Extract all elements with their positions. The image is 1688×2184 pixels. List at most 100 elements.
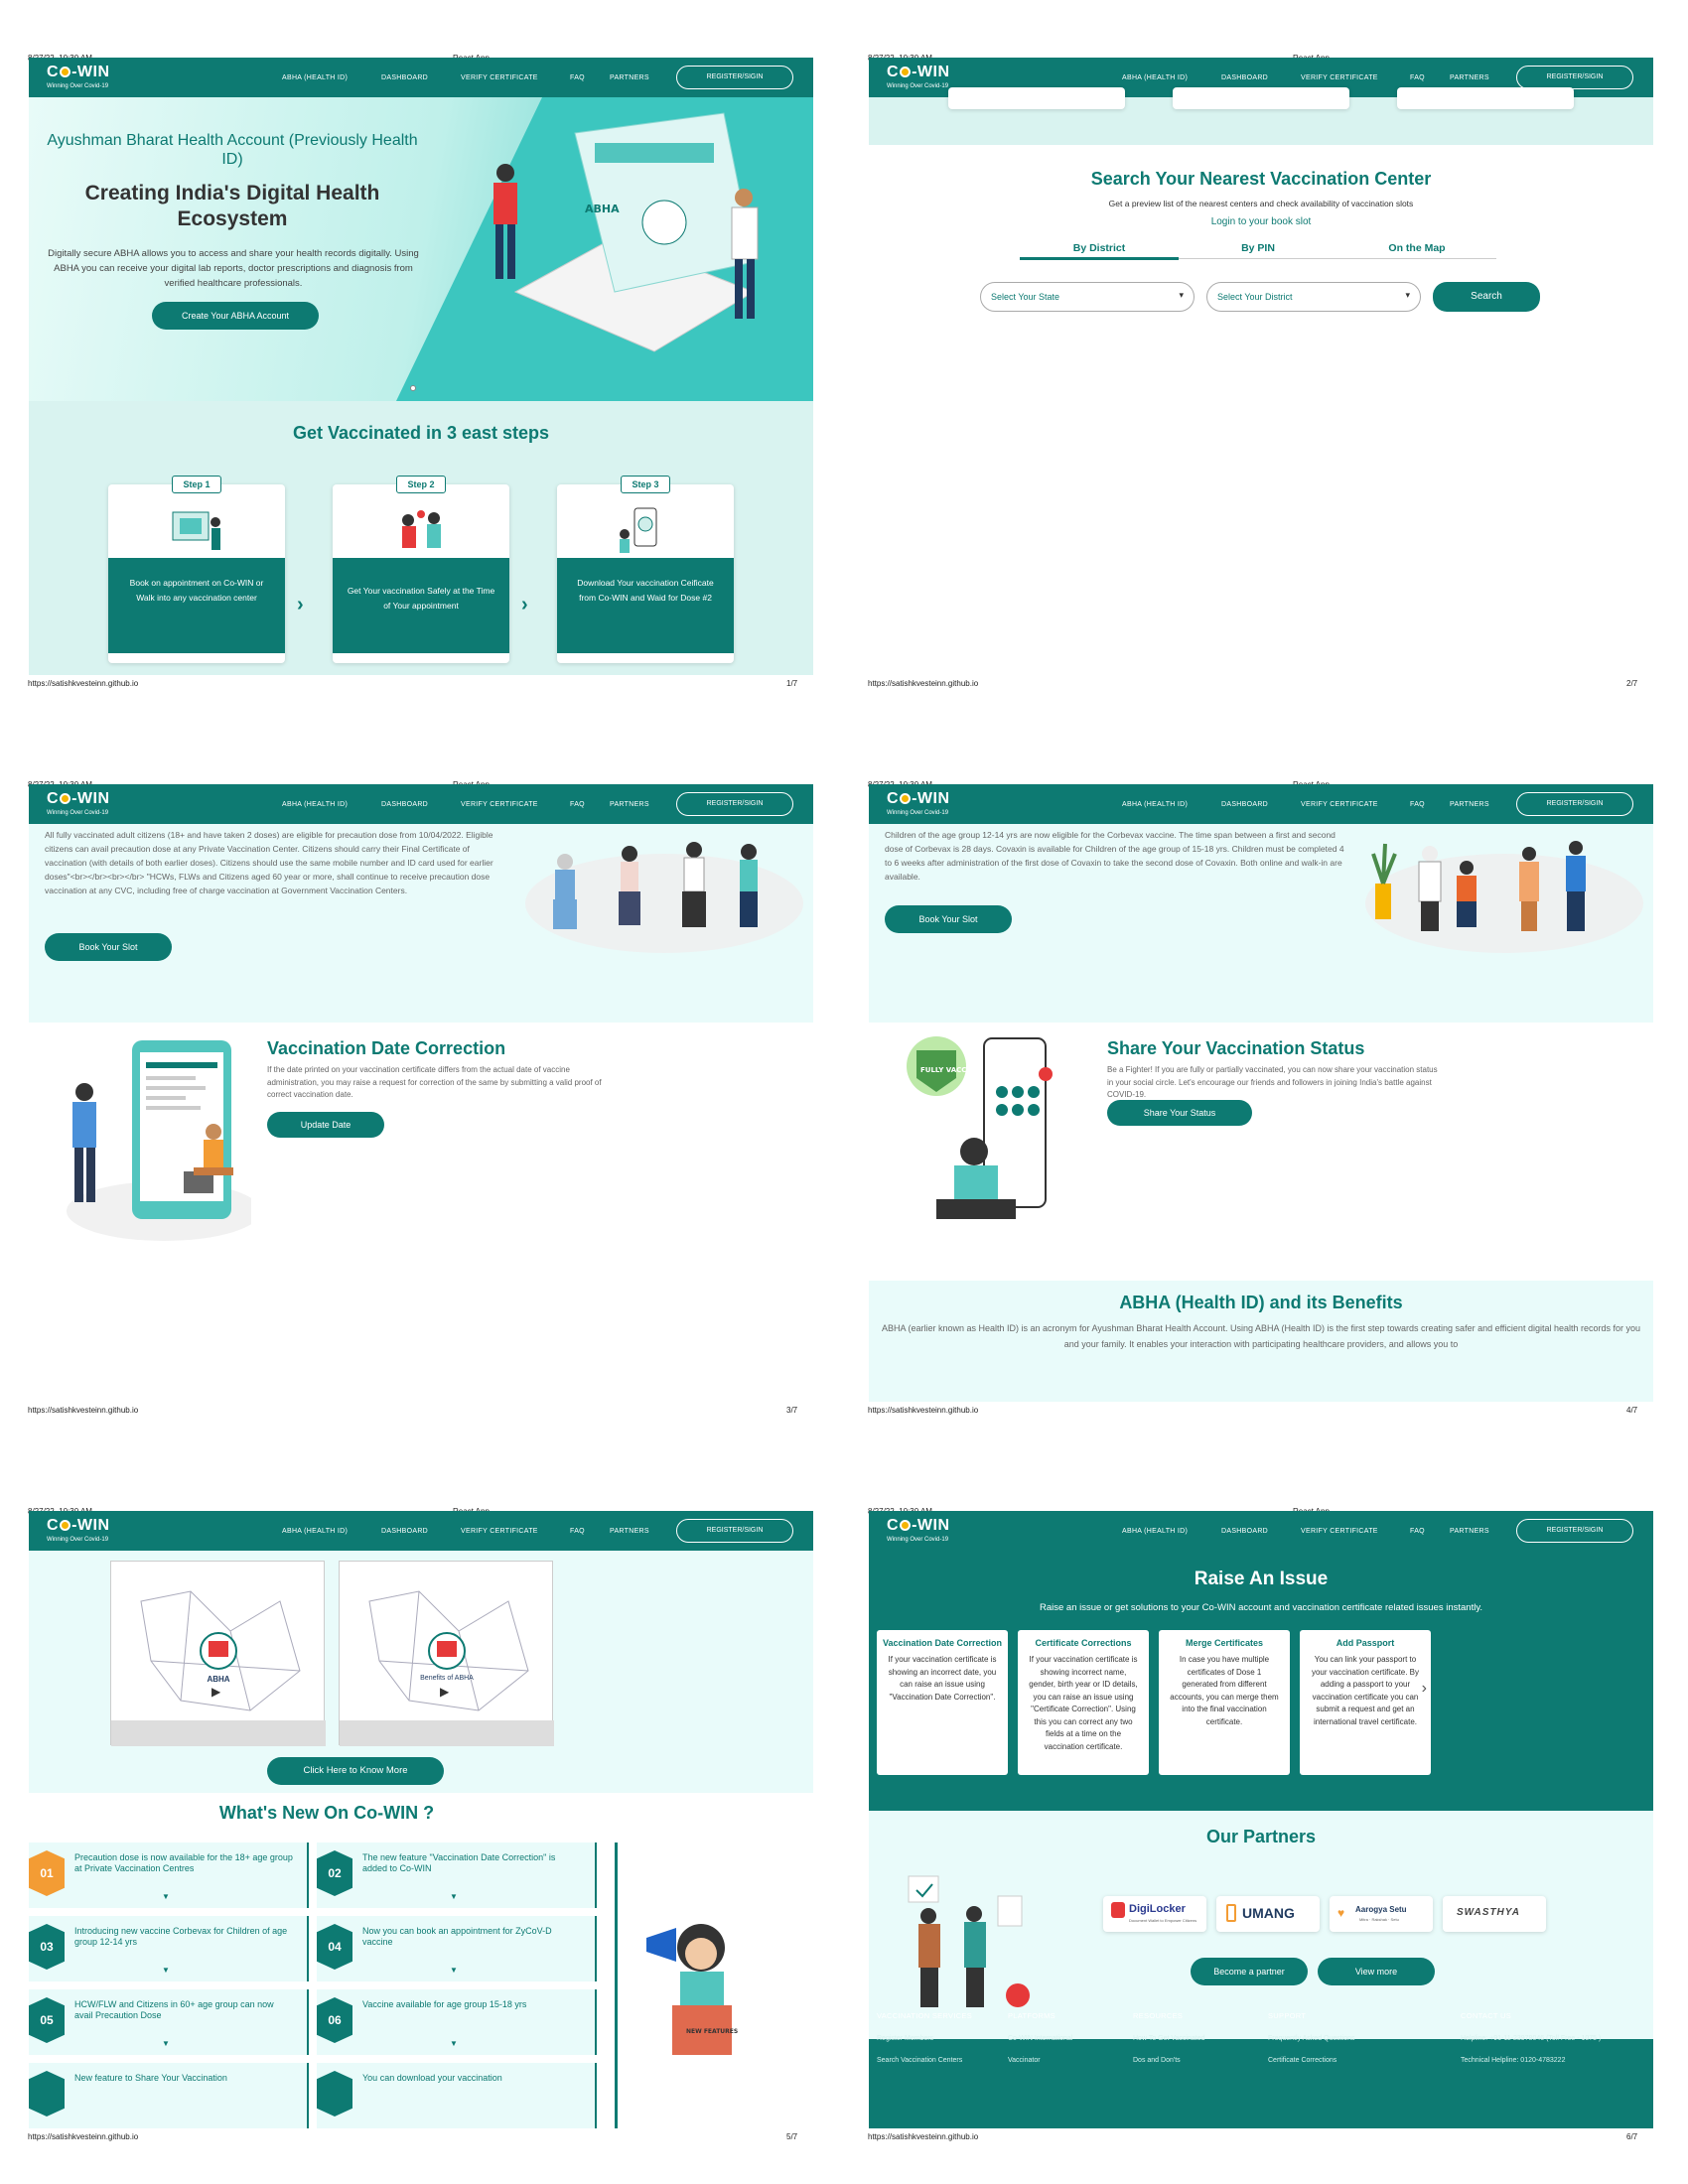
cowin-logo[interactable]: C -WIN (47, 790, 110, 808)
news-item[interactable]: 05 HCW/FLW and Citizens in 60+ age group… (29, 1989, 309, 2055)
abha-video[interactable]: ABHA ▶ (110, 1561, 326, 1746)
digilocker-icon (1111, 1902, 1125, 1918)
search-button[interactable]: Search (1433, 282, 1540, 312)
tab-by-district[interactable]: By District (1020, 242, 1179, 254)
issue-card-add-passport[interactable]: Add Passport You can link your passport … (1300, 1630, 1431, 1775)
nav-abha[interactable]: ABHA (HEALTH ID) (282, 1528, 348, 1535)
chevron-right-icon[interactable]: › (1422, 1680, 1427, 1698)
news-item[interactable]: 06 Vaccine available for age group 15-18… (317, 1989, 597, 2055)
nav-abha[interactable]: ABHA (HEALTH ID) (1122, 74, 1188, 81)
nav-partners[interactable]: PARTNERS (1450, 1528, 1489, 1535)
chevron-down-icon: ▼ (162, 1892, 170, 1901)
cowin-logo[interactable]: C -WIN (887, 64, 950, 81)
partner-aarogya-setu-logo[interactable]: ♥ Aarogya Setu Mitra · Rakshak · Setu (1330, 1896, 1433, 1932)
nav-faq[interactable]: FAQ (570, 801, 585, 808)
news-item[interactable]: 04 Now you can book an appointment for Z… (317, 1916, 597, 1981)
footer-link[interactable]: Register Members (877, 2035, 933, 2042)
nav-partners[interactable]: PARTNERS (610, 801, 649, 808)
logo-dot-icon (900, 793, 912, 804)
register-button[interactable]: REGISTER/SIGIN (676, 792, 793, 816)
play-icon[interactable]: ▶ (211, 1685, 220, 1699)
know-more-button[interactable]: Click Here to Know More (267, 1757, 444, 1785)
abha-benefits-video[interactable]: Benefits of ABHA ▶ (339, 1561, 554, 1746)
footer-link[interactable]: Co-WIN International (1008, 2035, 1072, 2042)
footer-link[interactable]: Certificate Corrections (1268, 2057, 1336, 2064)
share-status-button[interactable]: Share Your Status (1107, 1100, 1252, 1126)
nav-verify-certificate[interactable]: VERIFY CERTIFICATE (1301, 74, 1378, 81)
nav-verify-certificate[interactable]: VERIFY CERTIFICATE (1301, 1528, 1378, 1535)
nav-abha[interactable]: ABHA (HEALTH ID) (1122, 1528, 1188, 1535)
nav-faq[interactable]: FAQ (1410, 1528, 1425, 1535)
chevron-down-icon: ▾ (1179, 290, 1184, 300)
nav-dashboard[interactable]: DASHBOARD (1221, 801, 1268, 808)
create-abha-button[interactable]: Create Your ABHA Account (152, 302, 319, 330)
nav-verify-certificate[interactable]: VERIFY CERTIFICATE (1301, 801, 1378, 808)
register-button[interactable]: REGISTER/SIGIN (1516, 1519, 1633, 1543)
cards-strip (869, 87, 1653, 145)
cowin-logo[interactable]: C -WIN (47, 1517, 110, 1535)
register-button[interactable]: REGISTER/SIGIN (676, 66, 793, 89)
nav-faq[interactable]: FAQ (570, 1528, 585, 1535)
partner-umang-logo[interactable]: UMANG (1216, 1896, 1320, 1932)
search-title: Search Your Nearest Vaccination Center (1090, 169, 1432, 189)
hero-section: Ayushman Bharat Health Account (Previous… (29, 97, 813, 401)
tab-by-pin[interactable]: By PIN (1179, 242, 1337, 254)
book-slot-button[interactable]: Book Your Slot (885, 905, 1012, 933)
nav-partners[interactable]: PARTNERS (610, 1528, 649, 1535)
cowin-logo[interactable]: C -WIN (887, 1517, 950, 1535)
nav-faq[interactable]: FAQ (570, 74, 585, 81)
district-select[interactable]: Select Your District ▾ (1206, 282, 1421, 312)
issue-card-title: Add Passport (1336, 1638, 1395, 1648)
nav-partners[interactable]: PARTNERS (610, 74, 649, 81)
nav-abha[interactable]: ABHA (HEALTH ID) (1122, 801, 1188, 808)
book-slot-button[interactable]: Book Your Slot (45, 933, 172, 961)
register-button[interactable]: REGISTER/SIGIN (1516, 66, 1633, 89)
cowin-logo[interactable]: C -WIN (887, 790, 950, 808)
hero-description: Digitally secure ABHA allows you to acce… (48, 248, 419, 289)
news-item[interactable]: You can download your vaccination (317, 2063, 597, 2128)
register-button[interactable]: REGISTER/SIGIN (1516, 792, 1633, 816)
register-button[interactable]: REGISTER/SIGIN (676, 1519, 793, 1543)
play-icon[interactable]: ▶ (440, 1685, 449, 1699)
become-partner-button[interactable]: Become a partner (1191, 1958, 1308, 1985)
update-date-button[interactable]: Update Date (267, 1112, 384, 1138)
login-link[interactable]: Login to your book slot (869, 216, 1653, 227)
partner-swasthya-logo[interactable]: SWASTHYA (1443, 1896, 1546, 1932)
news-text: Introducing new vaccine Corbevax for Chi… (74, 1926, 288, 1947)
nav-dashboard[interactable]: DASHBOARD (1221, 74, 1268, 81)
news-item[interactable]: 01 Precaution dose is now available for … (29, 1843, 309, 1908)
state-select[interactable]: Select Your State ▾ (980, 282, 1195, 312)
footer-link[interactable]: How To Get Vaccinated (1133, 2035, 1205, 2042)
nav-dashboard[interactable]: DASHBOARD (381, 801, 428, 808)
footer-link[interactable]: Search Vaccination Centers (877, 2057, 962, 2064)
tab-on-the-map[interactable]: On the Map (1337, 242, 1496, 254)
nav-partners[interactable]: PARTNERS (1450, 74, 1489, 81)
cowin-logo[interactable]: C -WIN (47, 64, 110, 81)
view-more-button[interactable]: View more (1318, 1958, 1435, 1985)
footer-link[interactable]: Vaccinator (1008, 2057, 1041, 2064)
news-item[interactable]: 03 Introducing new vaccine Corbevax for … (29, 1916, 309, 1981)
step-card-2: Step 2 Get Your vaccination Safely at th… (333, 476, 509, 663)
issue-card-date-correction[interactable]: Vaccination Date Correction If your vacc… (877, 1630, 1008, 1775)
nav-dashboard[interactable]: DASHBOARD (381, 74, 428, 81)
nav-verify-certificate[interactable]: VERIFY CERTIFICATE (461, 1528, 538, 1535)
nav-abha[interactable]: ABHA (HEALTH ID) (282, 74, 348, 81)
nav-abha[interactable]: ABHA (HEALTH ID) (282, 801, 348, 808)
partner-name: DigiLocker (1129, 1903, 1186, 1915)
nav-faq[interactable]: FAQ (1410, 801, 1425, 808)
page-frame: C -WIN Winning Over Covid-19 ABHA (HEALTH… (29, 784, 813, 1402)
nav-verify-certificate[interactable]: VERIFY CERTIFICATE (461, 74, 538, 81)
footer-link[interactable]: Frequently Asked Questions (1268, 2035, 1355, 2042)
nav-dashboard[interactable]: DASHBOARD (381, 1528, 428, 1535)
news-item[interactable]: 02 The new feature "Vaccination Date Cor… (317, 1843, 597, 1908)
footer-link[interactable]: Dos and Don'ts (1133, 2057, 1181, 2064)
issue-card-merge-certificates[interactable]: Merge Certificates In case you have mult… (1159, 1630, 1290, 1775)
partner-digilocker-logo[interactable]: DigiLocker Document Wallet to Empower Ci… (1103, 1896, 1206, 1932)
issue-card-certificate-corrections[interactable]: Certificate Corrections If your vaccinat… (1018, 1630, 1149, 1775)
nav-dashboard[interactable]: DASHBOARD (1221, 1528, 1268, 1535)
nav-verify-certificate[interactable]: VERIFY CERTIFICATE (461, 801, 538, 808)
nav-partners[interactable]: PARTNERS (1450, 801, 1489, 808)
carousel-dot[interactable] (410, 385, 416, 391)
news-item[interactable]: New feature to Share Your Vaccination (29, 2063, 309, 2128)
nav-faq[interactable]: FAQ (1410, 74, 1425, 81)
